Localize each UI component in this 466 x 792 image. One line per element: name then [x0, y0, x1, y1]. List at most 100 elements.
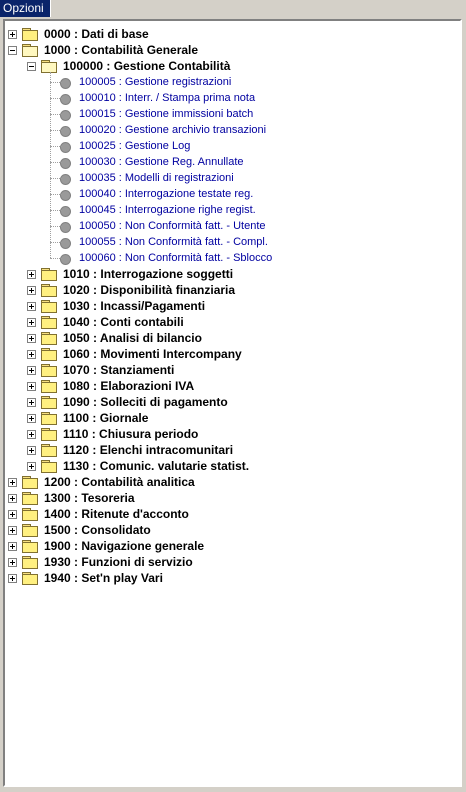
tree-node-label: 1010 : Interrogazione soggetti	[63, 267, 234, 281]
leaf-bullet-icon	[60, 142, 71, 153]
folder-open-icon	[41, 60, 57, 73]
tree-leaf-node[interactable]: 100060 : Non Conformità fatt. - Sblocco	[5, 250, 460, 266]
tree-node-label: 1900 : Navigazione generale	[44, 539, 205, 553]
tree-node-label: 1090 : Solleciti di pagamento	[63, 395, 228, 409]
tree-leaf-node[interactable]: 100050 : Non Conformità fatt. - Utente	[5, 218, 460, 234]
folder-icon	[22, 556, 38, 569]
tree-folder-node[interactable]: 1940 : Set'n play Vari	[5, 570, 460, 586]
tree-connector-line	[50, 146, 62, 147]
folder-icon	[41, 268, 57, 281]
leaf-bullet-icon	[60, 126, 71, 137]
expand-icon[interactable]	[27, 414, 36, 423]
tree-folder-node[interactable]: 1020 : Disponibilità finanziaria	[5, 282, 460, 298]
tree-connector-line	[50, 162, 62, 163]
tree-leaf-node[interactable]: 100010 : Interr. / Stampa prima nota	[5, 90, 460, 106]
expand-icon[interactable]	[8, 558, 17, 567]
tree-node-label: 1060 : Movimenti Intercompany	[63, 347, 242, 361]
tree-folder-node[interactable]: 1060 : Movimenti Intercompany	[5, 346, 460, 362]
tree-leaf-node[interactable]: 100035 : Modelli di registrazioni	[5, 170, 460, 186]
tree-connector-line	[50, 194, 62, 195]
expand-icon[interactable]	[27, 398, 36, 407]
folder-icon	[41, 284, 57, 297]
tree-folder-node[interactable]: 1030 : Incassi/Pagamenti	[5, 298, 460, 314]
tree-node-label: 1030 : Incassi/Pagamenti	[63, 299, 206, 313]
folder-icon	[22, 508, 38, 521]
leaf-bullet-icon	[60, 110, 71, 121]
expand-icon[interactable]	[8, 510, 17, 519]
tree-leaf-label: 100055 : Non Conformità fatt. - Compl.	[79, 236, 268, 248]
tree-folder-node[interactable]: 1070 : Stanziamenti	[5, 362, 460, 378]
expand-icon[interactable]	[8, 574, 17, 583]
tree-leaf-node[interactable]: 100005 : Gestione registrazioni	[5, 74, 460, 90]
tree-folder-node[interactable]: 1120 : Elenchi intracomunitari	[5, 442, 460, 458]
tree-leaf-node[interactable]: 100020 : Gestione archivio transazioni	[5, 122, 460, 138]
leaf-bullet-icon	[60, 174, 71, 185]
expand-icon[interactable]	[27, 446, 36, 455]
tree-folder-node[interactable]: 1200 : Contabilità analitica	[5, 474, 460, 490]
tree-leaf-label: 100030 : Gestione Reg. Annullate	[79, 156, 244, 168]
expand-icon[interactable]	[27, 270, 36, 279]
menu-tree: 0000 : Dati di base 1000 : Contabilità Ge…	[5, 21, 460, 785]
tree-folder-node[interactable]: 1300 : Tesoreria	[5, 490, 460, 506]
tree-node-label: 1000 : Contabilità Generale	[44, 43, 199, 57]
tree-folder-node[interactable]: 1110 : Chiusura periodo	[5, 426, 460, 442]
folder-icon	[41, 300, 57, 313]
tree-folder-node[interactable]: 1130 : Comunic. valutarie statist.	[5, 458, 460, 474]
expand-icon[interactable]	[27, 318, 36, 327]
tree-node-label: 1070 : Stanziamenti	[63, 363, 175, 377]
tree-leaf-label: 100035 : Modelli di registrazioni	[79, 172, 234, 184]
tree-folder-node[interactable]: 1010 : Interrogazione soggetti	[5, 266, 460, 282]
tree-folder-node[interactable]: 1050 : Analisi di bilancio	[5, 330, 460, 346]
expand-icon[interactable]	[8, 30, 17, 39]
expand-icon[interactable]	[27, 334, 36, 343]
folder-icon	[22, 492, 38, 505]
expand-icon[interactable]	[27, 462, 36, 471]
expand-icon[interactable]	[8, 542, 17, 551]
leaf-bullet-icon	[60, 206, 71, 217]
tree-folder-node[interactable]: 1000 : Contabilità Generale	[5, 42, 460, 58]
tree-folder-node[interactable]: 1080 : Elaborazioni IVA	[5, 378, 460, 394]
tree-node-label: 1940 : Set'n play Vari	[44, 571, 163, 585]
tree-panel: 0000 : Dati di base 1000 : Contabilità Ge…	[3, 19, 462, 787]
tree-folder-node[interactable]: 1930 : Funzioni di servizio	[5, 554, 460, 570]
tree-node-label: 1300 : Tesoreria	[44, 491, 135, 505]
tree-folder-node[interactable]: 1900 : Navigazione generale	[5, 538, 460, 554]
tree-leaf-node[interactable]: 100015 : Gestione immissioni batch	[5, 106, 460, 122]
tree-folder-node[interactable]: 1040 : Conti contabili	[5, 314, 460, 330]
tree-node-label: 0000 : Dati di base	[44, 27, 149, 41]
tree-leaf-node[interactable]: 100055 : Non Conformità fatt. - Compl.	[5, 234, 460, 250]
tree-node-label: 1130 : Comunic. valutarie statist.	[63, 459, 250, 473]
tree-connector-line	[50, 242, 62, 243]
tree-leaf-node[interactable]: 100025 : Gestione Log	[5, 138, 460, 154]
folder-icon	[41, 396, 57, 409]
tree-connector-line	[50, 178, 62, 179]
expand-icon[interactable]	[27, 350, 36, 359]
tree-connector-line	[50, 114, 62, 115]
tree-folder-node[interactable]: 0000 : Dati di base	[5, 26, 460, 42]
tree-folder-node[interactable]: 1500 : Consolidato	[5, 522, 460, 538]
tree-folder-node[interactable]: 100000 : Gestione Contabilità	[5, 58, 460, 74]
tree-leaf-node[interactable]: 100040 : Interrogazione testate reg.	[5, 186, 460, 202]
collapse-icon[interactable]	[27, 62, 36, 71]
expand-icon[interactable]	[27, 286, 36, 295]
tab-opzioni[interactable]: Opzioni	[0, 0, 51, 17]
expand-icon[interactable]	[8, 526, 17, 535]
tree-folder-node[interactable]: 1400 : Ritenute d'acconto	[5, 506, 460, 522]
leaf-bullet-icon	[60, 190, 71, 201]
expand-icon[interactable]	[27, 430, 36, 439]
folder-icon	[22, 572, 38, 585]
collapse-icon[interactable]	[8, 46, 17, 55]
tree-folder-node[interactable]: 1100 : Giornale	[5, 410, 460, 426]
tree-leaf-label: 100005 : Gestione registrazioni	[79, 76, 232, 88]
tree-leaf-node[interactable]: 100030 : Gestione Reg. Annullate	[5, 154, 460, 170]
tree-leaf-node[interactable]: 100045 : Interrogazione righe regist.	[5, 202, 460, 218]
tree-folder-node[interactable]: 1090 : Solleciti di pagamento	[5, 394, 460, 410]
expand-icon[interactable]	[8, 478, 17, 487]
expand-icon[interactable]	[8, 494, 17, 503]
expand-icon[interactable]	[27, 382, 36, 391]
expand-icon[interactable]	[27, 302, 36, 311]
tree-leaf-label: 100060 : Non Conformità fatt. - Sblocco	[79, 252, 273, 264]
tree-connector-line	[50, 72, 51, 258]
leaf-bullet-icon	[60, 238, 71, 249]
expand-icon[interactable]	[27, 366, 36, 375]
